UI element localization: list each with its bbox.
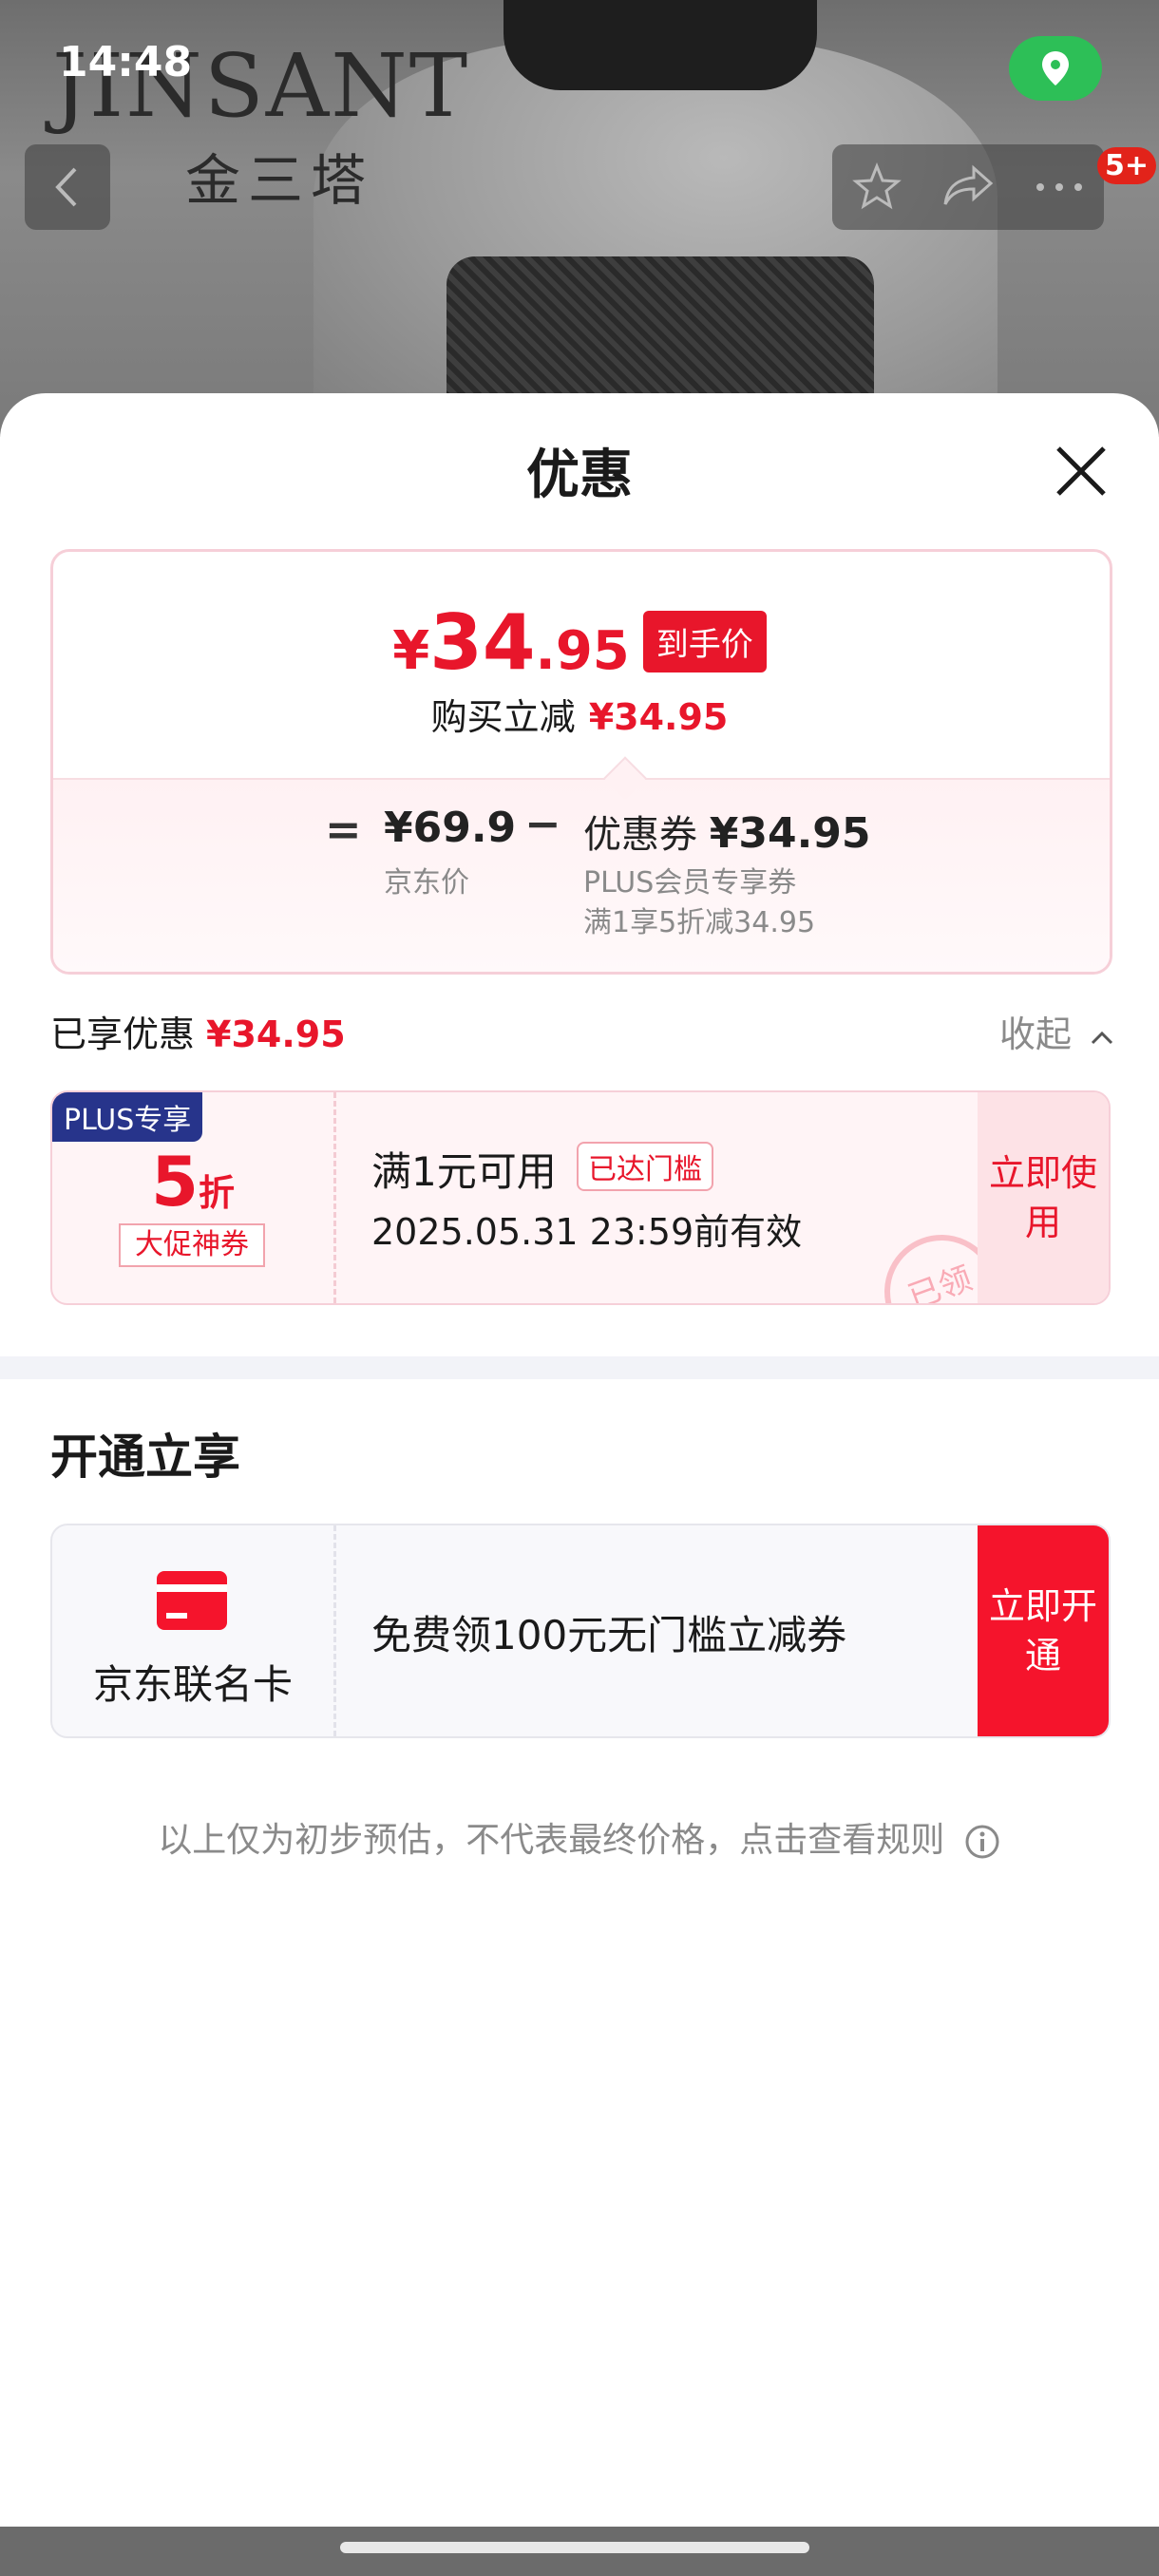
coupon-price-label: 优惠券 (583, 813, 697, 857)
use-now-button[interactable]: 立即使用 (978, 1092, 1109, 1303)
product-photo-top (504, 0, 817, 90)
enjoyed-amount: ¥34.95 (206, 1013, 346, 1055)
reduce-line: 购买立减 ¥34.95 (0, 688, 1159, 740)
location-pin-icon (1042, 51, 1069, 85)
co-brand-card-offer: 京东联名卡 免费领100元无门槛立减券 立即开通 (50, 1524, 1111, 1738)
back-button[interactable] (25, 144, 110, 230)
promo-tag: 大促神券 (119, 1223, 265, 1267)
final-price-currency: ¥ (392, 620, 430, 682)
coupon-discount: 5折 (52, 1142, 333, 1222)
final-price-tag: 到手价 (642, 611, 767, 672)
coupon-price-amount: ¥34.95 (709, 809, 871, 858)
coupon-price: 优惠券 ¥34.95 (583, 804, 871, 859)
brand-logo-cn: 金三塔 (185, 148, 374, 213)
section-divider (0, 1356, 1159, 1379)
price-breakdown-lower (53, 778, 1110, 972)
coupon-condition: 满1元可用 (371, 1148, 557, 1195)
coupon-left-panel: PLUS专享 5折 大促神券 (52, 1092, 336, 1303)
card-name: 京东联名卡 (92, 1661, 293, 1708)
coupon-sub-rule: 满1享5折减34.95 (583, 906, 816, 939)
collapse-button[interactable]: 收起 (999, 1005, 1115, 1057)
notification-badge: 5+ (1097, 147, 1157, 184)
sheet-title: 优惠 (526, 445, 633, 506)
home-indicator[interactable] (340, 2542, 809, 2553)
coupon-discount-unit: 折 (199, 1172, 236, 1214)
final-price-integer: 34 (429, 598, 536, 687)
coupon-sub-type: PLUS会员专享券 (583, 866, 797, 900)
plus-exclusive-tag: PLUS专享 (52, 1092, 203, 1142)
enjoyed-discount: 已享优惠 ¥34.95 (50, 1005, 346, 1057)
card-description: 免费领100元无门槛立减券 (371, 1612, 847, 1658)
status-time: 14:48 (59, 38, 193, 86)
close-icon[interactable] (1053, 443, 1110, 500)
threshold-reached-badge: 已达门槛 (577, 1142, 713, 1191)
rules-note-text: 以上仅为初步预估，不代表最终价格，点击查看规则 (158, 1821, 945, 1860)
location-button[interactable] (1009, 36, 1102, 101)
coupon-validity: 2025.05.31 23:59前有效 (371, 1211, 803, 1253)
reduce-amount: ¥34.95 (588, 696, 729, 738)
open-now-button[interactable]: 立即开通 (978, 1525, 1109, 1736)
jd-price-label: 京东价 (384, 866, 469, 900)
more-icon[interactable] (1033, 178, 1086, 197)
card-left-panel: 京东联名卡 (52, 1525, 336, 1736)
chevron-left-icon (55, 167, 77, 207)
minus-sign: − (524, 798, 561, 849)
open-section-title: 开通立享 (50, 1430, 240, 1485)
coupon-discount-number: 5 (150, 1142, 200, 1222)
star-icon[interactable] (850, 161, 903, 214)
collapse-label: 收起 (999, 1013, 1073, 1055)
jd-price: ¥69.9 (384, 804, 517, 852)
credit-card-icon (157, 1571, 227, 1630)
equals-sign: = (325, 804, 362, 855)
final-price: ¥ 34 .95 到手价 (0, 598, 1159, 687)
share-icon[interactable] (940, 161, 997, 214)
info-icon (965, 1825, 999, 1859)
chevron-up-icon (1092, 1031, 1113, 1044)
coupon-card: PLUS专享 5折 大促神券 满1元可用 已达门槛 2025.05.31 23:… (50, 1090, 1111, 1305)
rules-note[interactable]: 以上仅为初步预估，不代表最终价格，点击查看规则 (0, 1812, 1159, 1862)
reduce-label: 购买立减 (430, 696, 576, 738)
final-price-decimal: .95 (535, 620, 630, 682)
enjoyed-label: 已享优惠 (50, 1013, 196, 1055)
nav-action-group (832, 144, 1104, 230)
